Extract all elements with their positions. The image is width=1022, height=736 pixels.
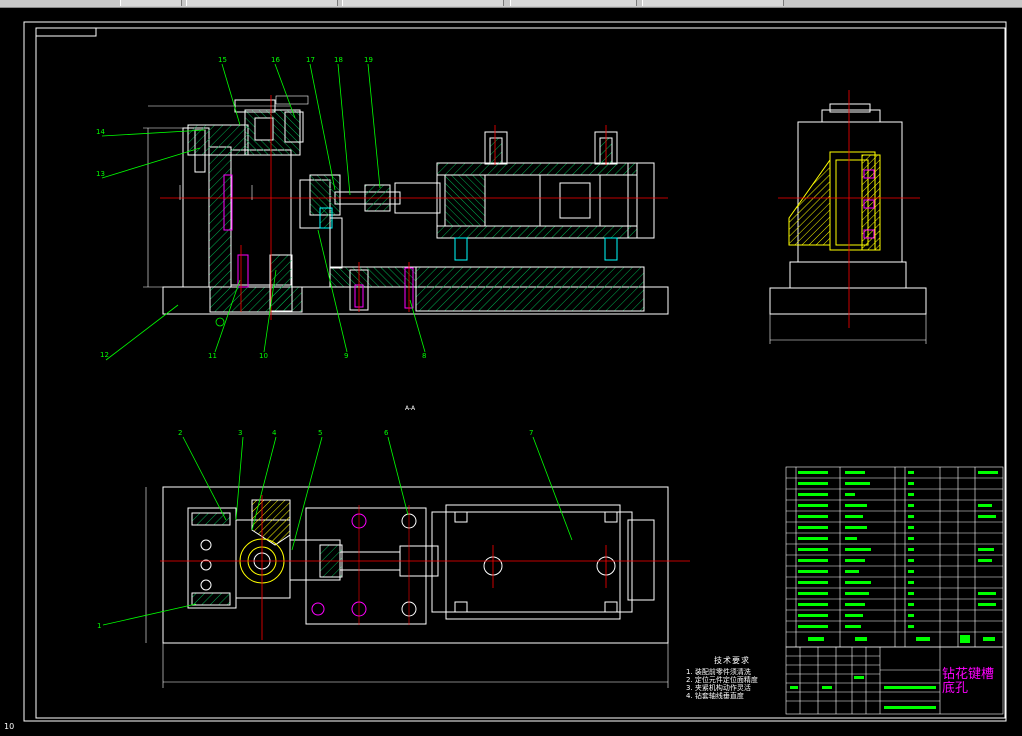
balloon: 4 — [272, 429, 277, 437]
balloon: 6 — [384, 429, 389, 437]
balloon: 7 — [529, 429, 533, 437]
drawing-title: 钻花键槽底孔 — [942, 667, 995, 696]
tech-requirement-line: 3. 夹紧机构动作灵活 — [686, 684, 751, 692]
top-view-leaders — [102, 436, 573, 626]
technical-requirements: 技术要求 1. 装配前零件须清洗 2. 定位元件定位面精度 3. 夹紧机构动作灵… — [686, 656, 778, 701]
top-view-balloons: 2 3 4 5 6 7 1 — [97, 429, 533, 630]
balloon: 18 — [334, 56, 343, 64]
toolbar-segment[interactable] — [186, 0, 338, 6]
corner-readout: 10 — [4, 722, 15, 731]
balloon: 15 — [218, 56, 227, 64]
section-label: A-A — [405, 405, 416, 412]
balloon: 17 — [306, 56, 315, 64]
window-toolbar-strip — [0, 0, 1022, 8]
tech-requirement-line: 4. 钻套轴线垂直度 — [686, 692, 744, 700]
balloon: 10 — [259, 352, 268, 360]
balloon: 9 — [344, 352, 348, 360]
tech-requirement-line: 2. 定位元件定位面精度 — [686, 676, 758, 684]
tech-requirements-heading: 技术要求 — [714, 656, 750, 665]
front-view-leaders — [101, 63, 426, 361]
balloon: 1 — [97, 622, 101, 630]
balloon: 16 — [271, 56, 280, 64]
balloon: 13 — [96, 170, 105, 178]
title-block-entries — [790, 676, 936, 709]
balloon: 3 — [238, 429, 242, 437]
side-view — [769, 90, 927, 344]
balloon: 14 — [96, 128, 105, 136]
sheet-corner-tag — [35, 27, 97, 37]
toolbar-segment[interactable] — [510, 0, 637, 6]
cad-drawing-canvas[interactable]: 15 16 17 18 19 14 13 12 11 10 9 8 A-A 2 … — [0, 8, 1022, 736]
balloon: 12 — [100, 351, 109, 359]
front-view — [143, 95, 669, 327]
tech-requirement-line: 1. 装配前零件须清洗 — [686, 668, 751, 676]
balloon: 11 — [208, 352, 217, 360]
bom-table-entries — [798, 471, 998, 643]
top-view — [145, 486, 690, 688]
balloon: 2 — [178, 429, 182, 437]
toolbar-segment[interactable] — [342, 0, 504, 6]
balloon: 5 — [318, 429, 322, 437]
balloon: 19 — [364, 56, 373, 64]
balloon: 8 — [422, 352, 426, 360]
toolbar-segment[interactable] — [642, 0, 784, 6]
toolbar-segment[interactable] — [120, 0, 182, 6]
